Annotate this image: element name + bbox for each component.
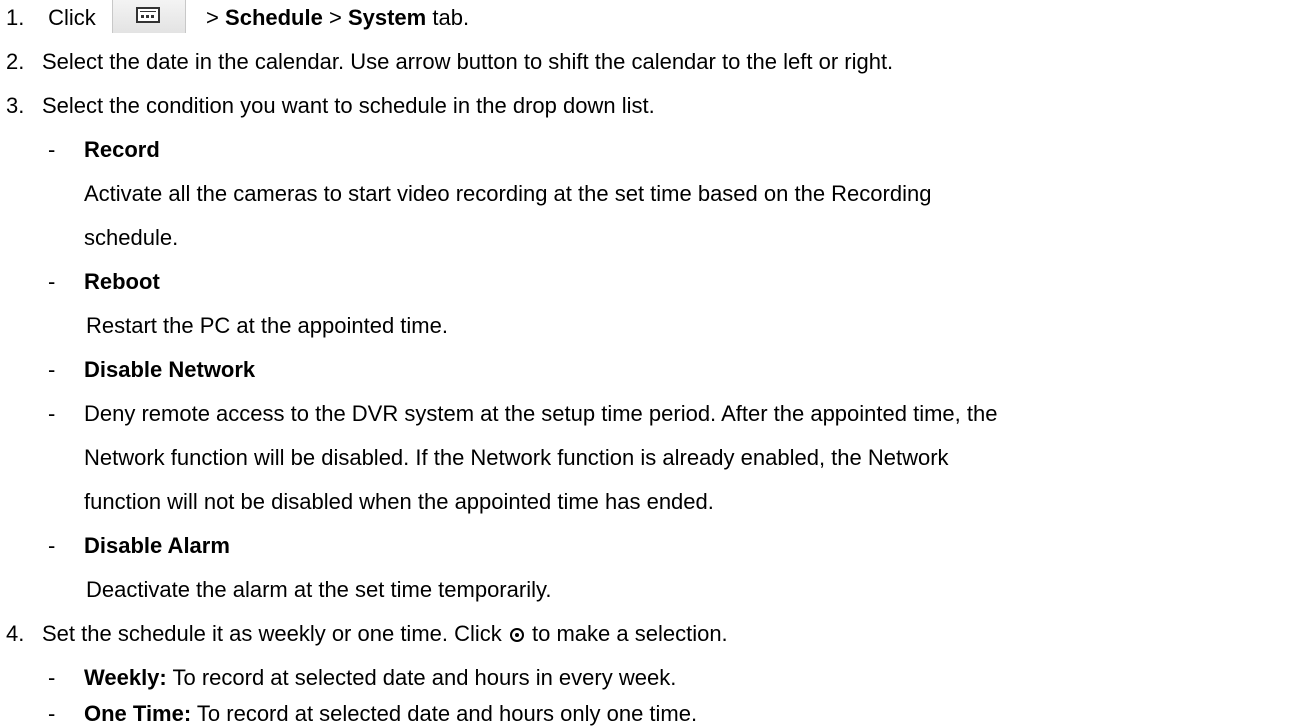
record-desc-line: schedule. — [84, 225, 179, 250]
bullet-dash: - — [48, 533, 56, 558]
weekly-desc: To record at selected date and hours in … — [172, 665, 677, 690]
bullet-dash: - — [48, 137, 56, 162]
step-number: 1. — [6, 5, 25, 30]
reboot-title: Reboot — [84, 269, 160, 294]
system-label: System — [347, 5, 427, 30]
reboot-desc-line: Restart the PC at the appointed time. — [86, 313, 448, 338]
bullet-dash: - — [48, 269, 56, 294]
weekly-label: Weekly: — [84, 665, 167, 690]
step-4: 4. Set the schedule it as weekly or one t… — [0, 620, 728, 648]
step-number: 3. — [6, 93, 25, 118]
step-1-tail: tab. — [432, 5, 470, 30]
bullet-dash: - — [48, 665, 56, 690]
record-desc-line: Activate all the cameras to start video … — [84, 181, 932, 206]
step-4-tail: to make a selection. — [532, 621, 728, 646]
step-1-click-text: Click — [48, 5, 96, 30]
step-2: 2. Select the date in the calendar. Use a… — [0, 48, 893, 76]
one-time-label: One Time: — [84, 701, 192, 726]
step-3: 3. Select the condition you want to sched… — [0, 92, 655, 120]
alarm-title: Disable Alarm — [84, 533, 230, 558]
step-1: 1. Click > Schedule > System tab. — [0, 0, 470, 34]
separator: > — [206, 5, 219, 30]
schedule-toolbar-button[interactable] — [111, 0, 186, 34]
step-2-text: Select the date in the calendar. Use arr… — [42, 49, 894, 74]
network-desc-line: function will not be disabled when the a… — [84, 489, 714, 514]
bullet-dash: - — [48, 701, 56, 726]
step-4-text: Set the schedule it as weekly or one tim… — [42, 621, 502, 646]
radio-selected-icon — [509, 628, 524, 642]
instructions-document: 1. Click > Schedule > System tab. 2. Sele… — [0, 0, 1306, 726]
step-number: 2. — [6, 49, 25, 74]
network-desc-line: Network function will be disabled. If th… — [84, 445, 949, 470]
network-desc-line: Deny remote access to the DVR system at … — [84, 401, 998, 426]
calendar-icon — [135, 7, 160, 24]
record-title: Record — [84, 137, 160, 162]
schedule-label: Schedule — [225, 5, 323, 30]
one-time-desc: To record at selected date and hours onl… — [196, 701, 698, 726]
bullet-dash: - — [48, 357, 56, 382]
bullet-dash: - — [48, 401, 56, 426]
network-title: Disable Network — [84, 357, 256, 382]
alarm-desc-line: Deactivate the alarm at the set time tem… — [86, 577, 552, 602]
step-number: 4. — [6, 621, 25, 646]
step-3-text: Select the condition you want to schedul… — [42, 93, 655, 118]
separator: > — [328, 5, 342, 30]
